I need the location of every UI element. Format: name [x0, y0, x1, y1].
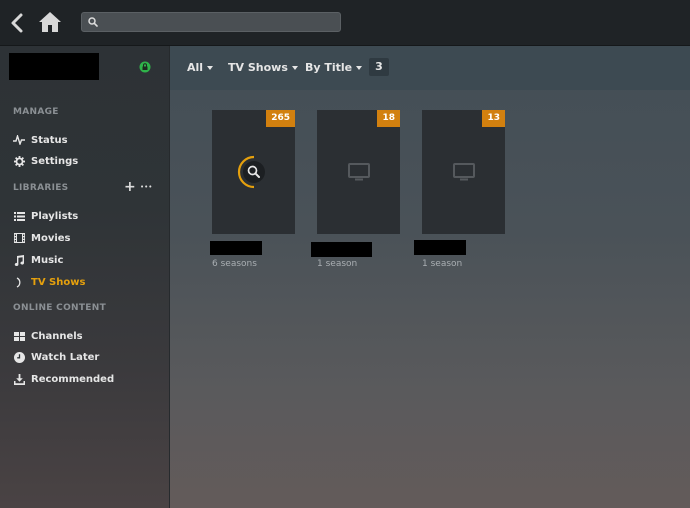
- chevron-left-icon: [11, 13, 23, 33]
- sidebar-item-status[interactable]: Status: [12, 132, 162, 148]
- lock-icon[interactable]: [139, 61, 151, 73]
- season-count: 1 season: [422, 259, 463, 269]
- sidebar-item-settings[interactable]: Settings: [12, 153, 162, 169]
- search-input[interactable]: [102, 13, 338, 31]
- sidebar: MANAGE Status Settings LIBRARIES + ••• P…: [0, 46, 170, 508]
- unwatched-count-badge: 13: [482, 110, 505, 127]
- filter-all-dropdown[interactable]: All: [187, 61, 214, 74]
- main-content: All TV Shows By Title 3 265 6 seasons 18…: [170, 46, 690, 508]
- clock-icon: [12, 350, 26, 364]
- sidebar-item-watch-later[interactable]: Watch Later: [12, 349, 162, 365]
- tv-icon: [347, 163, 370, 181]
- search-box[interactable]: [81, 12, 341, 32]
- show-title-redacted[interactable]: [210, 241, 262, 255]
- caret-down-icon: [356, 66, 363, 70]
- filter-bar: All TV Shows By Title 3: [170, 46, 690, 90]
- tv-icon: [452, 163, 475, 181]
- add-library-button[interactable]: +: [124, 180, 136, 194]
- sidebar-item-label: TV Shows: [31, 276, 86, 288]
- show-poster[interactable]: 265: [212, 110, 295, 234]
- caret-down-icon: [291, 66, 298, 70]
- search-icon: [237, 155, 265, 189]
- caret-down-icon: [207, 66, 214, 70]
- filter-all-label: All: [187, 61, 204, 74]
- home-button[interactable]: [38, 10, 62, 34]
- sidebar-item-label: Settings: [31, 155, 79, 167]
- server-name-redacted[interactable]: [9, 53, 99, 80]
- unwatched-count-badge: 265: [266, 110, 295, 127]
- sidebar-item-label: Status: [31, 134, 68, 146]
- film-icon: [12, 231, 26, 245]
- season-count: 6 seasons: [212, 259, 257, 269]
- sidebar-item-label: Movies: [31, 232, 71, 244]
- sidebar-item-label: Playlists: [31, 210, 79, 222]
- sidebar-item-playlists[interactable]: Playlists: [12, 208, 162, 224]
- sidebar-item-movies[interactable]: Movies: [12, 230, 162, 246]
- show-poster[interactable]: 18: [317, 110, 400, 234]
- sidebar-item-recommended[interactable]: Recommended: [12, 371, 162, 387]
- show-title-redacted[interactable]: [414, 240, 466, 255]
- pulse-icon: [12, 133, 26, 147]
- sidebar-item-channels[interactable]: Channels: [12, 328, 162, 344]
- spinner-icon: [12, 275, 26, 289]
- top-bar: [0, 0, 690, 46]
- more-options-button[interactable]: •••: [140, 181, 152, 193]
- show-title-redacted[interactable]: [311, 242, 372, 257]
- online-content-section-title: ONLINE CONTENT: [13, 303, 107, 313]
- sidebar-item-label: Channels: [31, 330, 83, 342]
- unwatched-count-badge: 18: [377, 110, 400, 127]
- sidebar-item-label: Recommended: [31, 373, 115, 385]
- home-icon: [39, 12, 61, 32]
- sidebar-item-music[interactable]: Music: [12, 252, 162, 268]
- season-count: 1 season: [317, 259, 358, 269]
- sidebar-item-label: Watch Later: [31, 351, 100, 363]
- manage-section-title: MANAGE: [13, 107, 59, 117]
- item-count-badge: 3: [369, 58, 389, 76]
- sort-dropdown[interactable]: By Title: [305, 61, 363, 74]
- list-icon: [12, 209, 26, 223]
- sort-label: By Title: [305, 61, 353, 74]
- type-label: TV Shows: [228, 61, 288, 74]
- sidebar-item-label: Music: [31, 254, 64, 266]
- type-dropdown[interactable]: TV Shows: [228, 61, 298, 74]
- grid-icon: [12, 329, 26, 343]
- music-note-icon: [12, 253, 26, 267]
- gear-icon: [12, 154, 26, 168]
- library-actions: + •••: [124, 180, 158, 195]
- libraries-section-title: LIBRARIES: [13, 183, 69, 193]
- search-icon: [88, 17, 98, 27]
- show-poster[interactable]: 13: [422, 110, 505, 234]
- download-icon: [12, 372, 26, 386]
- back-button[interactable]: [8, 12, 26, 34]
- sidebar-item-tv-shows[interactable]: TV Shows: [12, 274, 162, 290]
